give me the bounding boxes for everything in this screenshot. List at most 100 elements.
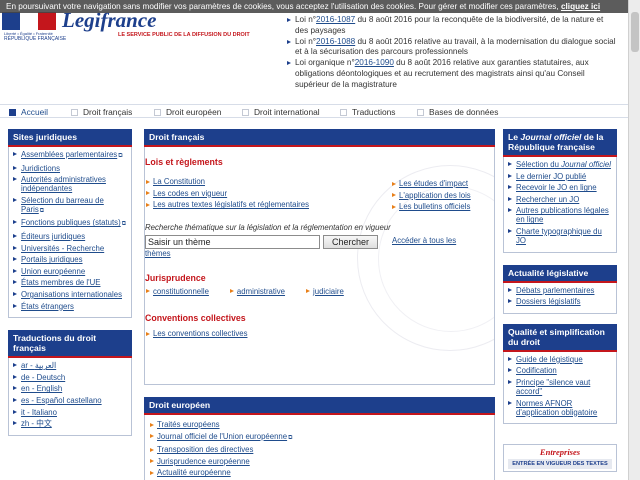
- list-item-link[interactable]: Principe "silence vaut accord": [516, 378, 590, 396]
- list-item-link[interactable]: Actualité européenne: [157, 468, 231, 477]
- list-item-link[interactable]: zh - 中文: [21, 419, 52, 428]
- list-item-link[interactable]: États membres de l'UE: [21, 278, 100, 287]
- jurisprudence-link[interactable]: constitutionnelle: [145, 287, 209, 296]
- list-item[interactable]: Les conventions collectives: [145, 329, 494, 339]
- list-item[interactable]: Sélection du barreau de Paris⧉: [13, 196, 127, 216]
- list-item[interactable]: Les bulletins officiels: [391, 202, 494, 212]
- list-item-link[interactable]: Organisations internationales: [21, 290, 122, 299]
- cookie-settings-link[interactable]: cliquez ici: [561, 2, 600, 11]
- jo-link[interactable]: Autres publications légales en ligne: [516, 206, 609, 224]
- jo-list-item[interactable]: Autres publications légales en ligne: [508, 206, 612, 224]
- list-item[interactable]: Traités européens: [149, 420, 490, 430]
- list-item-link[interactable]: États étrangers: [21, 302, 74, 311]
- legifrance-logo[interactable]: Liberté • Égalité • Fraternité RÉPUBLIQU…: [2, 8, 272, 42]
- list-item-link[interactable]: Débats parlementaires: [516, 286, 594, 295]
- jo-list-item[interactable]: Rechercher un JO: [508, 195, 612, 204]
- list-item[interactable]: Union européenne: [13, 267, 127, 276]
- list-item[interactable]: Fonctions publiques (statuts)⧉: [13, 218, 127, 229]
- nav-item-4[interactable]: Traductions: [340, 106, 395, 118]
- list-item-link[interactable]: Normes AFNOR d'application obligatoire: [516, 399, 597, 417]
- list-item[interactable]: es - Español castellano: [13, 396, 127, 405]
- list-item-link[interactable]: Journal officiel de l'Union européenne: [157, 432, 287, 441]
- list-item-link[interactable]: Les conventions collectives: [153, 329, 247, 338]
- nav-item-2[interactable]: Droit européen: [154, 106, 221, 118]
- theme-search-input[interactable]: Saisir un thème: [145, 235, 320, 249]
- news-law-link[interactable]: 2016-1088: [316, 37, 355, 46]
- jo-link[interactable]: Le dernier JO publié: [516, 172, 586, 181]
- list-item[interactable]: Actualité européenne: [149, 468, 490, 478]
- list-item[interactable]: Débats parlementaires: [508, 286, 612, 295]
- list-item-link[interactable]: de - Deutsch: [21, 373, 65, 382]
- list-item-link[interactable]: L'application des lois: [399, 191, 471, 200]
- list-item[interactable]: it - Italiano: [13, 408, 127, 417]
- jo-list-item[interactable]: Recevoir le JO en ligne: [508, 183, 612, 192]
- list-item[interactable]: Journal officiel de l'Union européenne⧉: [149, 432, 490, 444]
- nav-item-5[interactable]: Bases de données: [417, 106, 498, 118]
- jo-link[interactable]: Sélection du: [516, 160, 561, 169]
- nav-item-3[interactable]: Droit international: [242, 106, 320, 118]
- list-item-link[interactable]: La Constitution: [153, 177, 205, 186]
- jo-link[interactable]: Rechercher un JO: [516, 195, 579, 204]
- list-item[interactable]: Les codes en vigueur: [145, 189, 375, 199]
- list-item[interactable]: Les autres textes législatifs et régleme…: [145, 200, 375, 210]
- list-item-link[interactable]: en - English: [21, 384, 62, 393]
- jurisprudence-link[interactable]: judiciaire: [305, 287, 344, 296]
- list-item[interactable]: Dossiers législatifs: [508, 297, 612, 306]
- jo-link-italic[interactable]: Journal officiel: [561, 160, 611, 169]
- vertical-scrollbar[interactable]: [628, 0, 640, 480]
- list-item-link[interactable]: Dossiers législatifs: [516, 297, 581, 306]
- list-item-link[interactable]: Universités - Recherche: [21, 244, 104, 253]
- news-law-link[interactable]: 2016-1087: [316, 15, 355, 24]
- jo-list-item[interactable]: Sélection du Journal officiel: [508, 160, 612, 169]
- list-item[interactable]: États membres de l'UE: [13, 278, 127, 287]
- list-item[interactable]: La Constitution: [145, 177, 375, 187]
- list-item-link[interactable]: es - Español castellano: [21, 396, 102, 405]
- list-item-link[interactable]: Les études d'impact: [399, 179, 468, 188]
- list-item[interactable]: en - English: [13, 384, 127, 393]
- list-item-link[interactable]: Assemblées parlementaires: [21, 150, 117, 159]
- list-item-link[interactable]: Jurisprudence européenne: [157, 457, 250, 466]
- list-item[interactable]: États étrangers: [13, 302, 127, 311]
- jurisprudence-link[interactable]: administrative: [229, 287, 285, 296]
- list-item[interactable]: Autorités administratives indépendantes: [13, 175, 127, 193]
- list-item[interactable]: L'application des lois: [391, 191, 494, 201]
- list-item-link[interactable]: Les bulletins officiels: [399, 202, 470, 211]
- jo-link[interactable]: Recevoir le JO en ligne: [516, 183, 597, 192]
- list-item[interactable]: Portails juridiques: [13, 255, 127, 264]
- list-item-link[interactable]: Transposition des directives: [157, 445, 253, 454]
- all-themes-link[interactable]: Accéder à tous les: [392, 236, 456, 245]
- list-item-link[interactable]: Portails juridiques: [21, 255, 83, 264]
- list-item[interactable]: Codification: [508, 366, 612, 375]
- list-item[interactable]: Guide de légistique: [508, 355, 612, 364]
- list-item-link[interactable]: Les autres textes législatifs et régleme…: [153, 200, 309, 209]
- list-item-link[interactable]: Fonctions publiques (statuts): [21, 218, 121, 227]
- nav-item-1[interactable]: Droit français: [71, 106, 132, 118]
- list-item[interactable]: Normes AFNOR d'application obligatoire: [508, 399, 612, 417]
- list-item-link[interactable]: Traités européens: [157, 420, 220, 429]
- jo-list-item[interactable]: Charte typographique du JO: [508, 227, 612, 245]
- list-item-link[interactable]: Éditeurs juridiques: [21, 232, 85, 241]
- entreprises-banner[interactable]: Entreprises ENTRÉE EN VIGUEUR DES TEXTES: [503, 444, 617, 472]
- list-item[interactable]: ar - العربية: [13, 361, 127, 370]
- list-item[interactable]: Universités - Recherche: [13, 244, 127, 253]
- nav-item-0[interactable]: Accueil: [9, 106, 48, 118]
- list-item-link[interactable]: Autorités administratives indépendantes: [21, 175, 106, 193]
- list-item-link[interactable]: ar - العربية: [21, 361, 56, 370]
- list-item-link[interactable]: Guide de légistique: [516, 355, 583, 364]
- list-item-link[interactable]: Codification: [516, 366, 557, 375]
- list-item[interactable]: Éditeurs juridiques: [13, 232, 127, 241]
- list-item[interactable]: Les études d'impact: [391, 179, 494, 189]
- list-item[interactable]: Organisations internationales: [13, 290, 127, 299]
- list-item-link[interactable]: Union européenne: [21, 267, 85, 276]
- list-item[interactable]: zh - 中文: [13, 419, 127, 428]
- list-item[interactable]: Transposition des directives: [149, 445, 490, 455]
- list-item[interactable]: Juridictions: [13, 164, 127, 173]
- news-law-link[interactable]: 2016-1090: [355, 58, 394, 67]
- all-themes-link-continued[interactable]: thèmes: [145, 249, 494, 258]
- list-item-link[interactable]: Juridictions: [21, 164, 60, 173]
- list-item[interactable]: Principe "silence vaut accord": [508, 378, 612, 396]
- list-item-link[interactable]: it - Italiano: [21, 408, 57, 417]
- chercher-button[interactable]: Chercher: [323, 235, 378, 249]
- list-item-link[interactable]: Les codes en vigueur: [153, 189, 227, 198]
- jo-list-item[interactable]: Le dernier JO publié: [508, 172, 612, 181]
